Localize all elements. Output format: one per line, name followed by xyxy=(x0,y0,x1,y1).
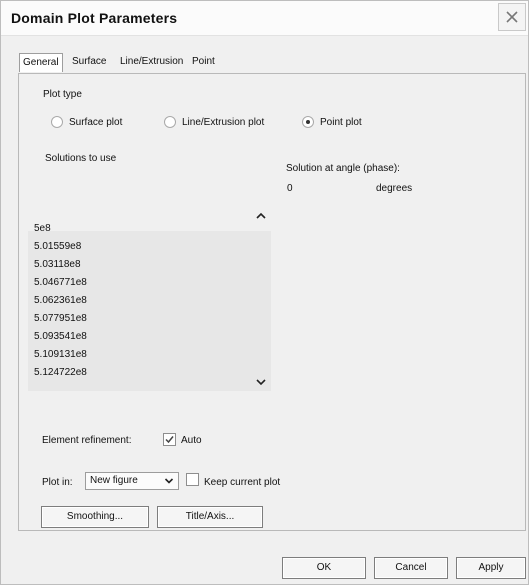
list-item[interactable]: 5.109131e8 xyxy=(34,349,87,360)
chevron-up-icon xyxy=(256,212,266,219)
keep-current-plot-checkbox[interactable] xyxy=(186,473,199,486)
checkmark-icon xyxy=(165,436,174,444)
tab-surface[interactable]: Surface xyxy=(69,53,109,71)
plot-type-label: Plot type xyxy=(43,89,82,100)
solutions-listbox[interactable]: 5e8 5.01559e8 5.03118e8 5.046771e8 5.062… xyxy=(28,212,271,391)
solutions-to-use-label: Solutions to use xyxy=(45,153,117,164)
line-extrusion-plot-label: Line/Extrusion plot xyxy=(182,117,265,128)
list-item[interactable]: 5.03118e8 xyxy=(34,259,81,270)
list-item[interactable]: 5.124722e8 xyxy=(34,367,87,378)
close-icon xyxy=(506,11,518,23)
auto-label: Auto xyxy=(181,435,202,446)
keep-current-plot-label: Keep current plot xyxy=(204,477,281,488)
solution-angle-unit: degrees xyxy=(376,183,413,194)
surface-plot-label: Surface plot xyxy=(69,117,123,128)
list-item[interactable]: 5.046771e8 xyxy=(34,277,87,288)
list-item[interactable]: 5e8 xyxy=(34,223,51,234)
tab-point[interactable]: Point xyxy=(189,53,218,71)
point-plot-radio[interactable] xyxy=(302,116,314,128)
chevron-down-icon xyxy=(256,379,266,386)
ok-button[interactable]: OK xyxy=(282,557,366,579)
cancel-button[interactable]: Cancel xyxy=(374,557,448,579)
close-button[interactable] xyxy=(498,3,526,31)
element-refinement-label: Element refinement: xyxy=(42,435,132,446)
auto-checkbox[interactable] xyxy=(163,433,176,446)
smoothing-button[interactable]: Smoothing... xyxy=(41,506,149,528)
title-axis-button[interactable]: Title/Axis... xyxy=(157,506,263,528)
title-bar: Domain Plot Parameters xyxy=(1,1,528,36)
list-item[interactable]: 5.093541e8 xyxy=(34,331,87,342)
point-plot-label: Point plot xyxy=(320,117,362,128)
apply-button[interactable]: Apply xyxy=(456,557,526,579)
scroll-up-button[interactable] xyxy=(255,209,267,221)
solution-angle-value[interactable]: 0 xyxy=(287,183,293,194)
domain-plot-dialog: Domain Plot Parameters General Surface L… xyxy=(0,0,529,585)
plot-in-label: Plot in: xyxy=(42,477,73,488)
chevron-down-icon xyxy=(164,478,174,484)
line-extrusion-plot-radio[interactable] xyxy=(164,116,176,128)
list-item[interactable]: 5.01559e8 xyxy=(34,241,81,252)
scroll-down-button[interactable] xyxy=(255,375,267,387)
solution-angle-label: Solution at angle (phase): xyxy=(286,163,400,174)
list-item[interactable]: 5.062361e8 xyxy=(34,295,87,306)
tab-line-extrusion[interactable]: Line/Extrusion xyxy=(117,53,186,71)
dialog-title: Domain Plot Parameters xyxy=(11,10,178,26)
surface-plot-radio[interactable] xyxy=(51,116,63,128)
tab-general[interactable]: General xyxy=(19,53,63,72)
plot-in-select[interactable]: New figure xyxy=(85,472,179,490)
list-item[interactable]: 5.077951e8 xyxy=(34,313,87,324)
plot-in-value: New figure xyxy=(90,475,138,486)
